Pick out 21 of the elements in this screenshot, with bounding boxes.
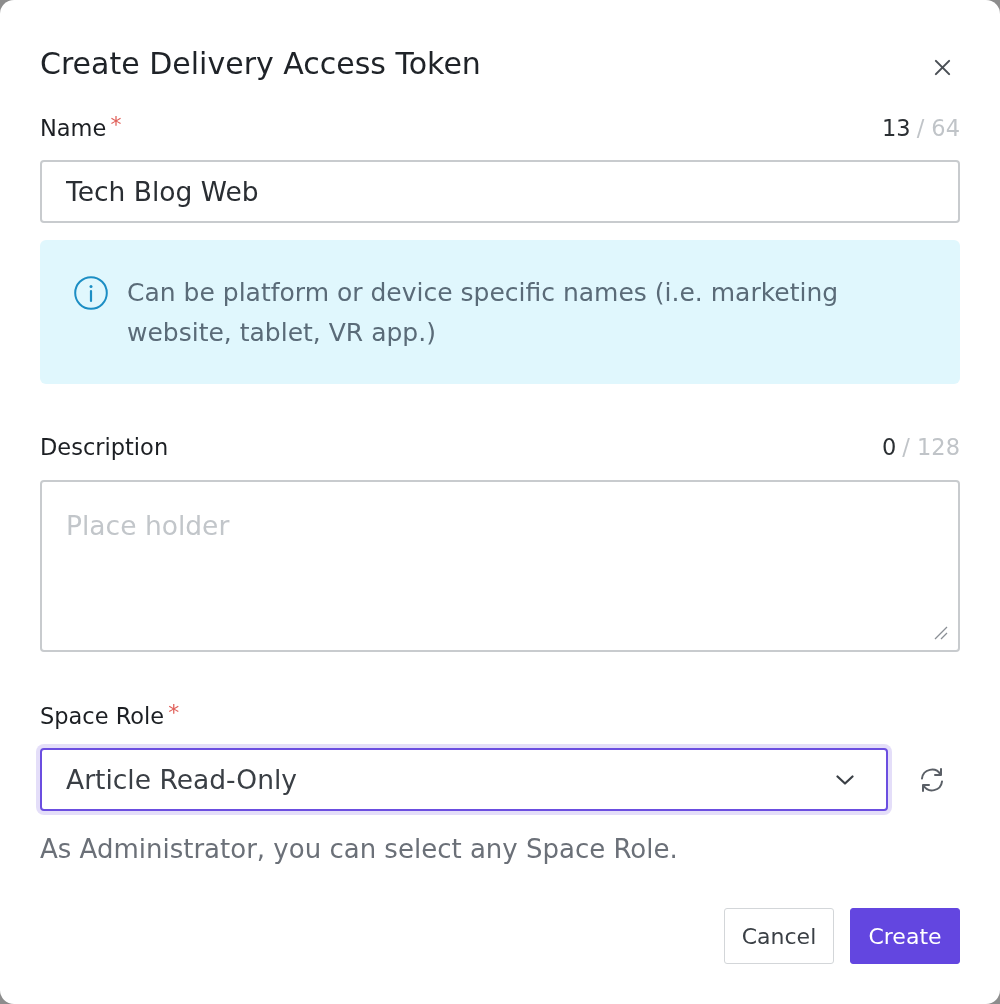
info-note-text: Can be platform or device specific names (i.e. marketing website, tablet, VR app.) — [127, 277, 840, 349]
required-asterisk: * — [168, 701, 180, 725]
character-limit: / 64 — [916, 115, 960, 141]
helper-text: As Administrator, you can select any Space Role. — [40, 833, 679, 865]
character-count: 13 — [882, 115, 911, 141]
name-input[interactable]: Tech Blog Web — [40, 160, 960, 223]
chevron-down-icon — [836, 774, 854, 785]
field-label: Space Role — [40, 703, 165, 729]
dialog-title: Create Delivery Access Token — [40, 45, 481, 83]
cancel-button[interactable]: Cancel — [724, 908, 834, 964]
character-limit: / 128 — [902, 434, 960, 460]
character-count: 0 — [882, 434, 897, 460]
description-textarea[interactable]: Place holder — [40, 480, 960, 652]
resize-handle-icon[interactable] — [932, 624, 948, 640]
info-icon — [74, 276, 108, 310]
refresh-icon[interactable] — [918, 765, 946, 794]
field-label: Description — [40, 434, 169, 460]
required-asterisk: * — [110, 113, 122, 137]
create-button[interactable]: Create — [850, 908, 960, 964]
close-icon[interactable] — [934, 58, 951, 76]
field-label: Name — [40, 115, 107, 141]
